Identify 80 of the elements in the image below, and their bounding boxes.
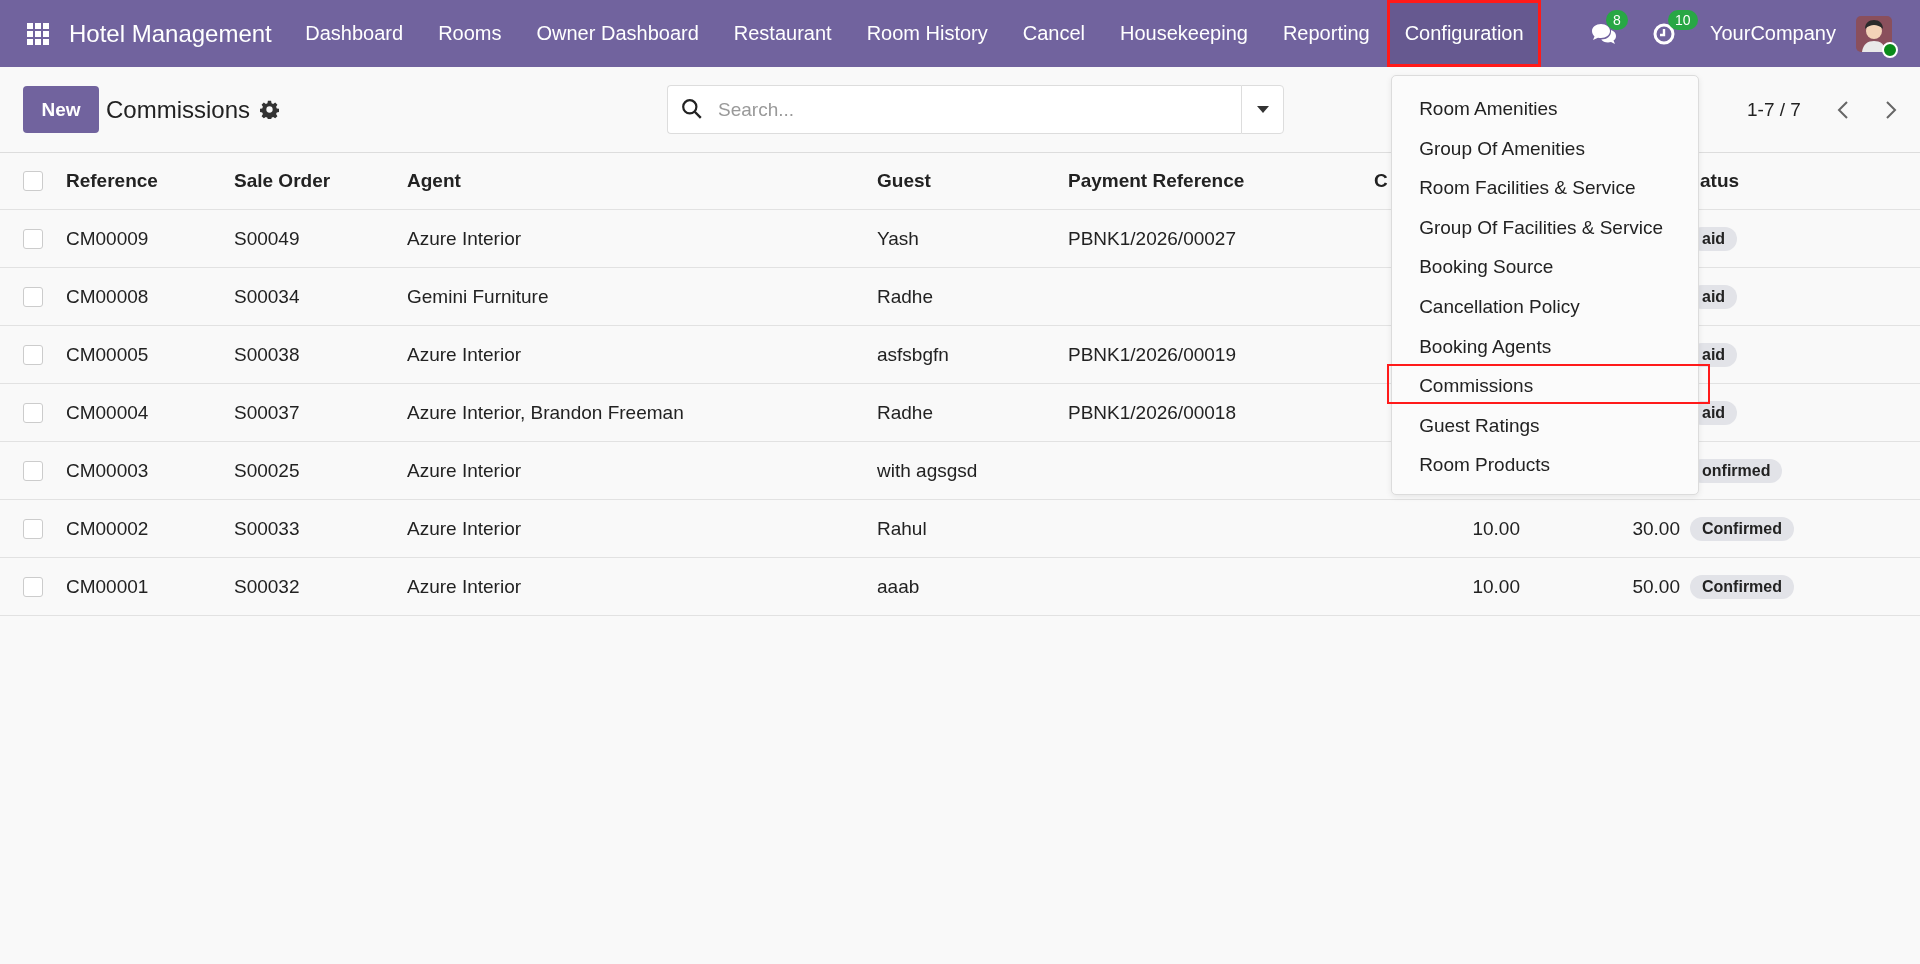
- dropdown-item[interactable]: Group Of Amenities: [1391, 126, 1700, 167]
- caret-icon: [1256, 105, 1269, 114]
- nav-menu-item[interactable]: Housekeeping: [1102, 0, 1266, 67]
- activity-count-badge: 10: [1668, 9, 1698, 30]
- table-cell: S00032: [234, 575, 300, 598]
- nav-menu-item[interactable]: Rooms: [420, 0, 519, 67]
- table-cell: Azure Interior: [407, 517, 522, 540]
- table-cell: Gemini Furniture: [407, 285, 549, 308]
- table-cell: CM00008: [66, 285, 149, 308]
- dropdown-item[interactable]: Commissions: [1387, 364, 1711, 404]
- table-cell: Radhe: [877, 285, 933, 308]
- row-checkbox[interactable]: [23, 576, 43, 597]
- table-cell: 10.00: [1472, 517, 1520, 540]
- table-cell: CM00005: [66, 343, 149, 366]
- app-title[interactable]: Hotel Management: [69, 19, 272, 48]
- settings-icon[interactable]: [260, 100, 280, 119]
- apps-grid-icon[interactable]: [27, 22, 49, 45]
- table-cell: PBNK1/2026/00027: [1068, 227, 1236, 250]
- row-checkbox[interactable]: [23, 344, 43, 365]
- table-cell: aaab: [877, 575, 920, 598]
- table-cell: Azure Interior: [407, 227, 522, 250]
- table-cell: 50.00: [1632, 575, 1680, 598]
- page-title: Commissions: [106, 95, 251, 124]
- table-cell: Radhe: [877, 401, 933, 424]
- table-cell: Yash: [877, 227, 919, 250]
- nav-menu-item[interactable]: Cancel: [1005, 0, 1103, 67]
- dropdown-item[interactable]: Room Facilities & Service: [1391, 166, 1700, 206]
- dropdown-item[interactable]: Room Amenities: [1391, 87, 1700, 127]
- nav-menu-item[interactable]: Room History: [849, 0, 1006, 67]
- row-checkbox[interactable]: [23, 228, 43, 249]
- table-cell: Azure Interior, Brandon Freeman: [407, 401, 684, 424]
- table-cell: 10.00: [1472, 575, 1520, 598]
- pager-range: 1-7 / 7: [1747, 98, 1801, 121]
- table-cell: S00049: [234, 227, 300, 250]
- table-cell: CM00009: [66, 227, 149, 250]
- message-count-badge: 8: [1606, 9, 1628, 30]
- user-avatar[interactable]: [1856, 15, 1892, 52]
- new-button[interactable]: New: [23, 86, 99, 133]
- column-header[interactable]: Reference: [66, 170, 158, 192]
- column-header[interactable]: C: [1374, 170, 1388, 192]
- table-cell: S00025: [234, 459, 300, 482]
- table-cell: S00033: [234, 517, 300, 540]
- search-options-button[interactable]: [1241, 85, 1285, 134]
- table-cell: CM00003: [66, 459, 149, 482]
- column-header[interactable]: Sale Order: [234, 170, 331, 192]
- nav-menu-item[interactable]: Restaurant: [716, 0, 850, 67]
- table-cell: CM00004: [66, 401, 149, 424]
- table-cell: Azure Interior: [407, 459, 522, 482]
- table-cell: CM00002: [66, 517, 149, 540]
- clock-icon[interactable]: [1652, 21, 1676, 46]
- table-cell: PBNK1/2026/00018: [1068, 401, 1236, 424]
- table-cell: Rahul: [877, 517, 927, 540]
- search-field[interactable]: Search...: [667, 85, 1242, 134]
- column-header[interactable]: atus: [1700, 170, 1740, 192]
- table-cell: Azure Interior: [407, 575, 522, 598]
- nav-menu-item[interactable]: Dashboard: [287, 0, 421, 67]
- table-cell: asfsbgfn: [877, 343, 949, 366]
- row-checkbox[interactable]: [23, 518, 43, 539]
- table-cell: S00034: [234, 285, 300, 308]
- column-header[interactable]: Agent: [407, 170, 461, 192]
- table-cell: S00038: [234, 343, 300, 366]
- nav-menu-item[interactable]: Configuration: [1387, 0, 1542, 67]
- table-cell: S00037: [234, 401, 300, 424]
- company-name[interactable]: YourCompany: [1710, 22, 1836, 45]
- row-checkbox[interactable]: [23, 286, 43, 307]
- column-header[interactable]: Payment Reference: [1068, 170, 1245, 192]
- nav-menu-item[interactable]: Owner Dashboard: [519, 0, 717, 67]
- row-checkbox[interactable]: [23, 460, 43, 481]
- select-all-checkbox[interactable]: [23, 171, 43, 191]
- search-icon: [681, 98, 704, 120]
- table-cell: with agsgsd: [877, 459, 978, 482]
- table-cell: Azure Interior: [407, 343, 522, 366]
- status-badge: Confirmed: [1690, 574, 1794, 599]
- table-cell: PBNK1/2026/00019: [1068, 343, 1236, 366]
- nav-menu-item[interactable]: Reporting: [1265, 0, 1388, 67]
- column-header[interactable]: Guest: [877, 170, 931, 192]
- table-cell: CM00001: [66, 575, 149, 598]
- row-checkbox[interactable]: [23, 402, 43, 423]
- table-cell: 30.00: [1632, 517, 1680, 540]
- status-badge: Confirmed: [1690, 516, 1794, 541]
